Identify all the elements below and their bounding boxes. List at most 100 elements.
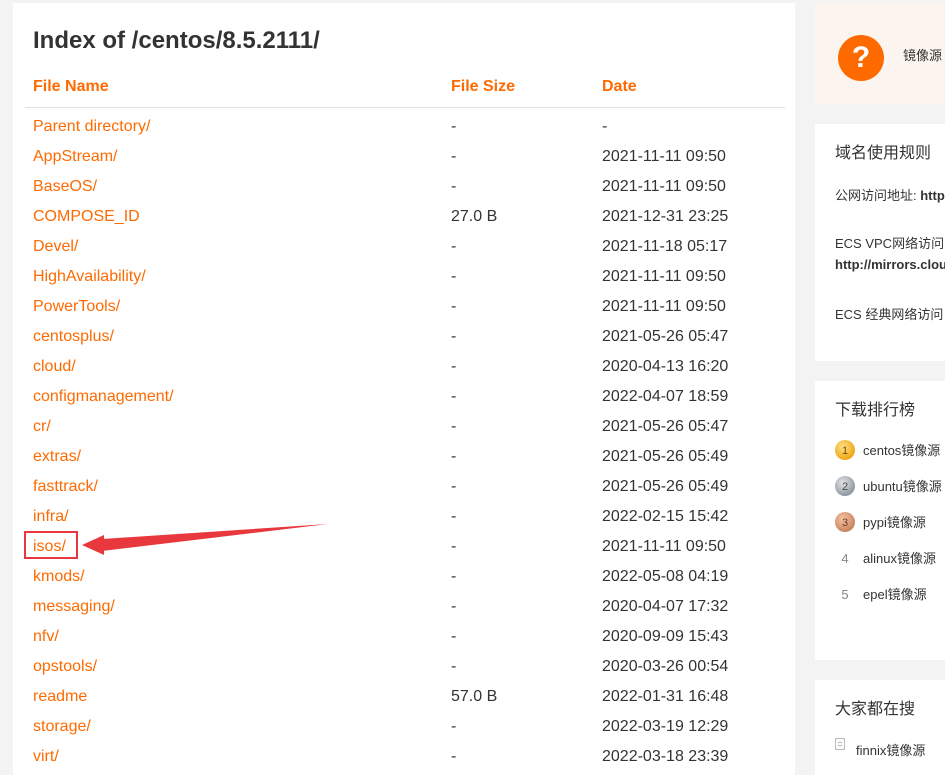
file-link[interactable]: opstools/ (33, 652, 97, 682)
file-size: - (451, 538, 457, 555)
file-size: - (451, 328, 457, 345)
file-date: 2021-11-11 09:50 (602, 268, 726, 285)
ranking-label[interactable]: pypi镜像源 (863, 511, 926, 535)
file-link[interactable]: virt/ (33, 742, 59, 772)
file-link[interactable]: extras/ (33, 442, 81, 472)
medal-icon: 2 (835, 476, 855, 496)
ranking-label[interactable]: ubuntu镜像源 (863, 475, 942, 499)
table-row: virt/ - 2022-03-18 23:39 (13, 742, 795, 772)
medal-icon: 3 (835, 512, 855, 532)
column-header-name[interactable]: File Name (33, 78, 109, 96)
table-row: COMPOSE_ID 27.0 B 2021-12-31 23:25 (13, 202, 795, 232)
help-text: 镜像源 (903, 48, 943, 63)
file-size: - (451, 148, 457, 165)
file-link[interactable]: Parent directory/ (33, 112, 150, 142)
file-size: - (451, 388, 457, 405)
column-header-date[interactable]: Date (602, 78, 637, 96)
file-date: 2021-05-26 05:49 (602, 478, 729, 495)
document-icon (835, 738, 845, 750)
file-link[interactable]: cloud/ (33, 352, 76, 382)
file-link[interactable]: readme (33, 682, 87, 712)
file-link[interactable]: BaseOS/ (33, 172, 97, 202)
file-link[interactable]: COMPOSE_ID (33, 202, 140, 232)
file-size: - (451, 478, 457, 495)
ranking-label[interactable]: centos镜像源 (863, 439, 940, 463)
file-size: - (451, 178, 457, 195)
ranking-item[interactable]: 5 epel镜像源 (835, 583, 945, 607)
file-size: - (451, 238, 457, 255)
file-link[interactable]: storage/ (33, 712, 91, 742)
file-date: 2022-02-15 15:42 (602, 508, 729, 525)
ranking-item[interactable]: 1 centos镜像源 (835, 439, 945, 463)
file-link[interactable]: infra/ (33, 502, 69, 532)
file-date: 2021-11-11 09:50 (602, 538, 726, 555)
file-date: 2021-11-11 09:50 (602, 148, 726, 165)
table-row: storage/ - 2022-03-19 12:29 (13, 712, 795, 742)
file-date: 2020-09-09 15:43 (602, 628, 729, 645)
directory-listing-panel: Index of /centos/8.5.2111/ File Name Fil… (13, 3, 795, 775)
file-link[interactable]: AppStream/ (33, 142, 117, 172)
table-row: HighAvailability/ - 2021-11-11 09:50 (13, 262, 795, 292)
file-link[interactable]: PowerTools/ (33, 292, 120, 322)
file-date: 2021-12-31 23:25 (602, 208, 729, 225)
file-date: 2021-11-11 09:50 (602, 298, 726, 315)
rank-number: 5 (841, 587, 849, 602)
file-date: 2022-01-31 16:48 (602, 688, 729, 705)
table-row: PowerTools/ - 2021-11-11 09:50 (13, 292, 795, 322)
file-link[interactable]: messaging/ (33, 592, 115, 622)
table-row: nfv/ - 2020-09-09 15:43 (13, 622, 795, 652)
table-row: extras/ - 2021-05-26 05:49 (13, 442, 795, 472)
file-date: 2022-04-07 18:59 (602, 388, 729, 405)
table-row: centosplus/ - 2021-05-26 05:47 (13, 322, 795, 352)
page-title: Index of /centos/8.5.2111/ (33, 27, 320, 54)
file-size: - (451, 748, 457, 765)
file-size: - (451, 298, 457, 315)
file-link[interactable]: kmods/ (33, 562, 85, 592)
file-size: - (451, 658, 457, 675)
table-row: fasttrack/ - 2021-05-26 05:49 (13, 472, 795, 502)
ranking-label[interactable]: epel镜像源 (863, 583, 927, 607)
file-size: - (451, 118, 457, 135)
table-row: kmods/ - 2022-05-08 04:19 (13, 562, 795, 592)
ranking-item[interactable]: 3 pypi镜像源 (835, 511, 945, 535)
file-date: 2022-03-19 12:29 (602, 718, 729, 735)
ranking-item[interactable]: 4 alinux镜像源 (835, 547, 945, 571)
annotation-highlight-box (24, 531, 78, 559)
column-header-size[interactable]: File Size (451, 78, 515, 96)
table-row: messaging/ - 2020-04-07 17:32 (13, 592, 795, 622)
file-date: 2020-04-07 17:32 (602, 598, 729, 615)
file-link[interactable]: fasttrack/ (33, 472, 98, 502)
file-link[interactable]: configmanagement/ (33, 382, 174, 412)
file-link[interactable]: Devel/ (33, 232, 78, 262)
file-link[interactable]: cr/ (33, 412, 51, 442)
file-date: 2021-05-26 05:47 (602, 418, 729, 435)
file-size: - (451, 418, 457, 435)
file-link[interactable]: nfv/ (33, 622, 59, 652)
file-date: 2021-05-26 05:47 (602, 328, 729, 345)
table-row: infra/ - 2022-02-15 15:42 (13, 502, 795, 532)
ranking-item[interactable]: 2 ubuntu镜像源 (835, 475, 945, 499)
file-link[interactable]: HighAvailability/ (33, 262, 146, 292)
popular-searches-card: 大家都在搜 (815, 680, 945, 775)
file-size: 57.0 B (451, 688, 498, 705)
ranking-label[interactable]: alinux镜像源 (863, 547, 936, 571)
table-row: opstools/ - 2020-03-26 00:54 (13, 652, 795, 682)
file-size: - (451, 568, 457, 585)
table-row: isos/-2021-11-11 09:50 (13, 532, 795, 562)
header-divider (25, 107, 785, 108)
table-row: AppStream/ - 2021-11-11 09:50 (13, 142, 795, 172)
question-icon: ? (838, 35, 884, 81)
public-access-line: 公网访问地址: http (835, 185, 945, 204)
file-date: 2020-04-13 16:20 (602, 358, 729, 375)
vpc-access-url[interactable]: http://mirrors.clou (835, 257, 945, 272)
public-access-url[interactable]: http (920, 188, 945, 203)
help-card[interactable]: ? 镜像源 (815, 3, 945, 104)
table-row: BaseOS/ - 2021-11-11 09:50 (13, 172, 795, 202)
file-size: - (451, 358, 457, 375)
rank-number: 4 (841, 551, 849, 566)
file-link[interactable]: centosplus/ (33, 322, 114, 352)
popular-search-item[interactable]: finnix镜像源 (856, 740, 925, 759)
file-date: - (602, 118, 608, 135)
popular-searches-title: 大家都在搜 (835, 701, 916, 718)
public-access-label: 公网访问地址: (835, 188, 921, 203)
